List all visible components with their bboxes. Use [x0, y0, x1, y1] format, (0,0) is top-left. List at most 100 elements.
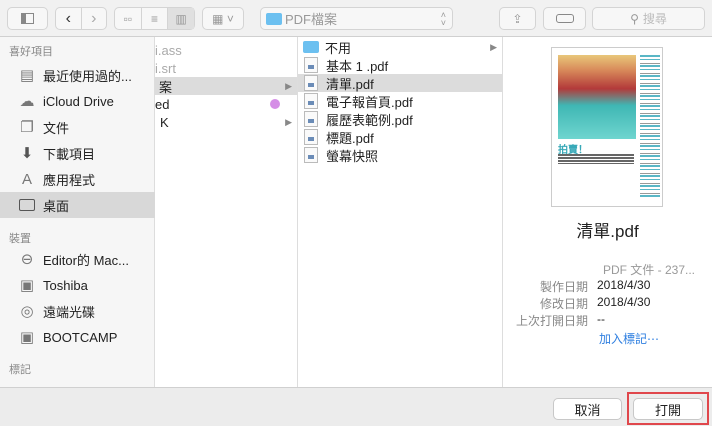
last-opened-label: 上次打開日期 [515, 314, 588, 328]
list-item[interactable]: K ▶ [155, 113, 297, 131]
item-label: ed [155, 96, 170, 112]
list-item[interactable]: 電子報首頁.pdf [298, 92, 502, 110]
icon-view-button[interactable]: ▫▫ [115, 8, 142, 29]
column-2: 不用 ▶ 基本 1 .pdf 清單.pdf 電子報首頁.pdf 履歷表範例.pdf… [298, 37, 503, 387]
item-label: 案 [159, 79, 173, 95]
group-by-button[interactable]: ▦ ˅ [202, 7, 244, 30]
search-field[interactable]: ⚲ 搜尋 [592, 7, 705, 30]
pdf-file-icon [304, 57, 318, 73]
drive-icon: ▣ [19, 329, 35, 346]
pdf-file-icon [304, 93, 318, 109]
sidebar-item-recents[interactable]: ▤ 最近使用過的... [0, 62, 155, 88]
sidebar-label: 最近使用過的... [43, 68, 132, 84]
sidebar-item-downloads[interactable]: ⬇ 下載項目 [0, 140, 155, 166]
cancel-button[interactable]: 取消 [553, 398, 622, 420]
list-item[interactable]: 清單.pdf [298, 74, 502, 92]
location-popup[interactable]: PDF檔案 ˄ ˅ [260, 7, 453, 30]
preview-pane: 拍賣！ 清單.pdf PDF 文件 - 237... 製作日期 2018/4/3… [503, 37, 712, 387]
thumbnail-sidebar [640, 55, 660, 197]
created-label: 製作日期 [539, 280, 588, 294]
search-placeholder: 搜尋 [642, 12, 667, 26]
list-item[interactable]: i.ass [155, 41, 297, 59]
sidebar-item-toshiba[interactable]: ▣ Toshiba [0, 272, 155, 298]
sidebar-label: 桌面 [43, 198, 70, 214]
sidebar-icon [21, 13, 34, 24]
list-item[interactable]: ed [155, 95, 297, 113]
column-view-button[interactable]: ▥ [168, 8, 195, 29]
drive-icon: ▣ [19, 277, 35, 294]
item-label: K [160, 114, 169, 130]
devices-header: 裝置 [9, 233, 31, 245]
applications-icon: A [21, 170, 32, 188]
modified-value: 2018/4/30 [597, 295, 651, 309]
sidebar-label: Toshiba [43, 277, 88, 293]
item-label: i.ass [155, 42, 182, 58]
list-item[interactable]: 標題.pdf [298, 128, 502, 146]
sidebar-item-desktop[interactable]: 桌面 [0, 192, 155, 218]
list-item[interactable]: 案 ▶ [155, 77, 297, 95]
nav-buttons: ‹ › [55, 7, 107, 30]
image-file-icon [304, 147, 318, 163]
updown-chevron-icon: ˄ ˅ [440, 9, 446, 28]
sidebar-toggle-button[interactable] [7, 7, 48, 30]
sidebar-label: 遠端光碟 [43, 304, 96, 320]
disc-icon: ◎ [20, 303, 34, 320]
tags-header: 標記 [9, 364, 31, 376]
sidebar-item-documents[interactable]: ❐ 文件 [0, 114, 155, 140]
add-tags-link[interactable]: 加入標記⋯ [599, 330, 659, 347]
folder-icon [303, 41, 319, 53]
list-item[interactable]: 螢幕快照 [298, 146, 502, 164]
sidebar-item-applications[interactable]: A 應用程式 [0, 166, 155, 192]
item-label: 不用 [325, 40, 352, 56]
list-item[interactable]: 基本 1 .pdf [298, 56, 502, 74]
list-item[interactable]: 不用 ▶ [298, 38, 502, 56]
item-label: 標題.pdf [326, 130, 374, 146]
document-thumbnail: 拍賣！ [551, 47, 663, 207]
folder-icon [266, 12, 282, 25]
toolbar: ‹ › ▫▫ ≡ ▥ ▦ ˅ PDF檔案 ˄ ˅ ⇪ ⚲ 搜尋 [0, 0, 712, 37]
location-label: PDF檔案 [285, 12, 338, 27]
tag-button[interactable] [543, 7, 586, 30]
item-label: 螢幕快照 [326, 148, 379, 164]
sidebar-item-bootcamp[interactable]: ▣ BOOTCAMP [0, 324, 155, 350]
thumbnail-photo [558, 55, 636, 139]
list-item[interactable]: i.srt [155, 59, 297, 77]
pdf-file-icon [304, 129, 318, 145]
column-1: i.ass i.srt 案 ▶ ed K ▶ [155, 37, 298, 387]
item-label: 電子報首頁.pdf [326, 94, 413, 110]
tag-icon [555, 14, 574, 23]
disclosure-arrow-icon: ▶ [285, 80, 292, 91]
bottom-bar: 取消 打開 [0, 387, 712, 426]
back-button[interactable]: ‹ [56, 8, 82, 29]
file-kind: PDF 文件 - 237... [602, 263, 695, 277]
preview-filename: 清單.pdf [576, 222, 639, 241]
list-view-button[interactable]: ≡ [142, 8, 169, 29]
sidebar-item-icloud[interactable]: ☁ iCloud Drive [0, 88, 155, 114]
sidebar-label: BOOTCAMP [43, 329, 118, 345]
sidebar-item-remote-disc[interactable]: ◎ 遠端光碟 [0, 298, 155, 324]
item-label: 基本 1 .pdf [326, 58, 389, 74]
thumbnail-text [558, 154, 634, 164]
forward-button[interactable]: › [82, 8, 107, 29]
modified-label: 修改日期 [539, 297, 588, 311]
tag-dot [270, 99, 280, 109]
sidebar-label: 文件 [43, 120, 70, 136]
list-item[interactable]: 履歷表範例.pdf [298, 110, 502, 128]
sidebar: 喜好項目 ▤ 最近使用過的... ☁ iCloud Drive ❐ 文件 ⬇ 下載項目 … [0, 37, 155, 387]
sidebar-label: 下載項目 [43, 146, 96, 162]
item-label: 履歷表範例.pdf [326, 112, 413, 128]
disclosure-arrow-icon: ▶ [490, 41, 497, 52]
favorites-header: 喜好項目 [9, 46, 53, 58]
sidebar-label: 應用程式 [43, 172, 96, 188]
open-button[interactable]: 打開 [633, 398, 703, 420]
share-icon: ⇪ [512, 11, 523, 26]
share-button[interactable]: ⇪ [499, 7, 536, 30]
disclosure-arrow-icon: ▶ [285, 116, 292, 127]
sidebar-label: iCloud Drive [43, 93, 114, 109]
pdf-file-icon [304, 111, 318, 127]
pdf-file-icon [304, 75, 318, 91]
sidebar-label: Editor的 Mac... [43, 252, 129, 268]
desktop-icon [18, 196, 36, 214]
item-label: 清單.pdf [326, 76, 374, 92]
sidebar-item-mac[interactable]: ⊖ Editor的 Mac... [0, 246, 155, 272]
